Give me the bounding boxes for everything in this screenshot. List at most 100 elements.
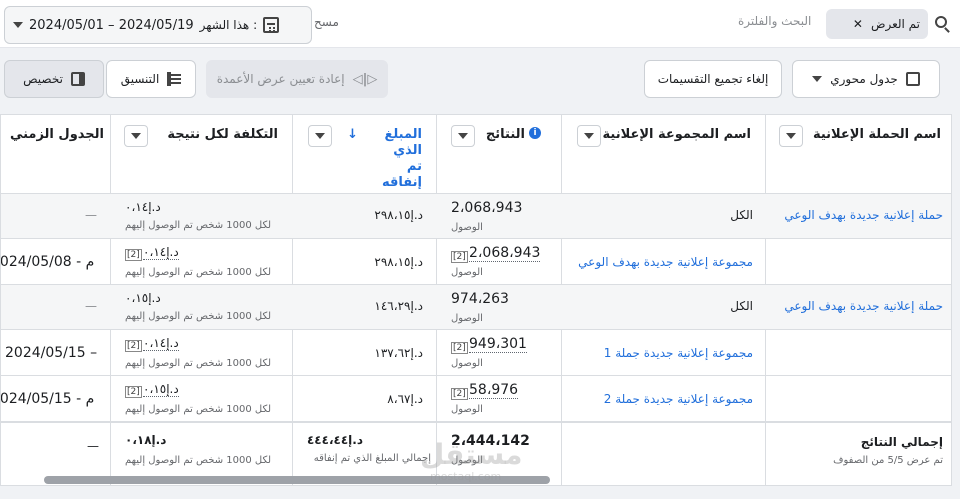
header-adset-label: اسم المجموعة الإعلانية: [602, 127, 752, 142]
pivot-label: جدول محوري: [830, 72, 898, 86]
header-results-label: النتائج: [485, 127, 525, 142]
table-row[interactable]: حملة إعلانية جديدة بهدف الوعي الكل 974،2…: [1, 284, 951, 329]
total-schedule-value: —: [87, 439, 99, 453]
header-results[interactable]: النتائج i: [436, 115, 561, 193]
results-metric: الوصول: [451, 313, 483, 324]
schedule-value: 2024/05/15 –: [5, 345, 98, 361]
header-schedule-label: الجدول الزمني: [9, 127, 104, 142]
results-metric: الوصول: [451, 222, 483, 233]
results-metric: الوصول: [451, 267, 483, 278]
adset-name-link[interactable]: مجموعة إعلانية جديدة جملة 2: [604, 392, 753, 406]
schedule-value: —: [85, 208, 97, 222]
column-menu-button[interactable]: [577, 125, 601, 147]
column-menu-button[interactable]: [124, 125, 148, 147]
results-value: 58،976: [469, 382, 519, 399]
total-spent-value: د.إ٤٤٤،٤٤: [306, 433, 363, 447]
attribution-tag[interactable]: [2]: [125, 340, 142, 352]
format-label: التنسيق: [120, 72, 160, 86]
pivot-table-button[interactable]: جدول محوري: [792, 60, 940, 98]
amount-spent-value: د.إ٢٩٨،١٥: [374, 255, 423, 269]
results-value: 2،068،943: [451, 200, 523, 216]
filter-bar: 2024/05/01 – 2024/05/19 هذا الشهر : مسح …: [0, 0, 960, 48]
column-menu-button[interactable]: [308, 125, 332, 147]
cost-value: د.إ٠،١٤: [143, 245, 179, 260]
customize-label: تخصيص: [23, 72, 63, 86]
header-adset[interactable]: اسم المجموعة الإعلانية: [561, 115, 765, 193]
adset-name: الكل: [730, 208, 753, 222]
results-table: اسم الحملة الإعلانية اسم المجموعة الإعلا…: [0, 114, 952, 486]
active-filter-label: تم العرض: [870, 17, 920, 31]
sort-descending-icon: ↓: [347, 127, 358, 142]
total-cost-metric: لكل 1000 شخص تم الوصول إليهم: [125, 455, 272, 466]
table-grid-icon: [167, 72, 182, 86]
reset-columns-label: إعادة تعيين عرض الأعمدة: [216, 72, 345, 86]
attribution-tag[interactable]: [2]: [451, 251, 468, 263]
active-filter-chip[interactable]: تم العرض ✕: [826, 9, 928, 39]
attribution-tag[interactable]: [2]: [125, 249, 142, 261]
header-amount-spent[interactable]: المبلغ الذي تم إنفاقه ↓: [292, 115, 436, 193]
calendar-icon: [263, 17, 280, 33]
attribution-tag[interactable]: [2]: [125, 386, 142, 398]
amount-spent-value: د.إ٢٩٨،١٥: [374, 208, 423, 222]
adset-name-link[interactable]: مجموعة إعلانية جديدة بهدف الوعي: [578, 255, 753, 269]
table-row[interactable]: حملة إعلانية جديدة بهدف الوعي الكل 2،068…: [1, 193, 951, 238]
info-icon[interactable]: i: [529, 127, 541, 139]
cost-metric: لكل 1000 شخص تم الوصول إليهم: [125, 311, 272, 322]
customize-button[interactable]: تخصيص: [4, 60, 104, 98]
schedule-value: 2024/05/08 - م: [0, 254, 95, 270]
clear-filters-link[interactable]: مسح: [314, 15, 339, 29]
table-row[interactable]: مجموعة إعلانية جديدة جملة 2 [2] 58،976 ا…: [0, 375, 951, 421]
column-menu-button[interactable]: [451, 125, 475, 147]
cost-value: د.إ٠،١٤: [125, 200, 161, 214]
date-preset-label: هذا الشهر :: [199, 18, 258, 32]
campaign-name-link[interactable]: حملة إعلانية جديدة بهدف الوعي: [784, 299, 943, 313]
header-campaign[interactable]: اسم الحملة الإعلانية: [765, 115, 951, 193]
column-resize-icon: ▷|◁: [352, 71, 378, 87]
column-menu-button[interactable]: [779, 125, 803, 147]
search-icon: [935, 16, 947, 28]
header-amount-spent-label: المبلغ الذي تم إنفاقه: [382, 127, 422, 190]
watermark-logo: مستقل: [420, 438, 523, 471]
adset-name-link[interactable]: مجموعة إعلانية جديدة جملة 1: [604, 346, 753, 360]
watermark-url: mostaql.com: [430, 470, 502, 483]
chevron-down-icon: [131, 133, 141, 139]
chevron-down-icon: [584, 133, 594, 139]
adset-name: الكل: [730, 299, 753, 313]
close-icon[interactable]: ✕: [853, 18, 863, 30]
attribution-tag[interactable]: [2]: [451, 342, 468, 354]
cost-metric: لكل 1000 شخص تم الوصول إليهم: [125, 220, 272, 231]
chevron-down-icon: [786, 133, 796, 139]
total-cost-value: د.إ٠،١٨: [125, 433, 167, 447]
remove-breakdowns-label: إلغاء تجميع التقسيمات: [657, 72, 769, 86]
date-range-value: 2024/05/01 – 2024/05/19: [29, 17, 194, 33]
table-row[interactable]: مجموعة إعلانية جديدة بهدف الوعي [2] 2،06…: [0, 238, 951, 284]
table-row[interactable]: مجموعة إعلانية جديدة جملة 1 [2] 949،301 …: [1, 329, 951, 375]
chevron-down-icon: [458, 133, 468, 139]
format-button[interactable]: التنسيق: [106, 60, 196, 98]
date-range-picker[interactable]: 2024/05/01 – 2024/05/19 هذا الشهر :: [4, 6, 312, 44]
table-toolbar: تخصيص التنسيق ▷|◁ إعادة تعيين عرض الأعمد…: [0, 60, 960, 110]
results-metric: الوصول: [451, 358, 483, 369]
header-cost-per-result[interactable]: التكلفة لكل نتيجة: [110, 115, 292, 193]
attribution-tag[interactable]: [2]: [451, 388, 468, 400]
cost-value: د.إ٠،١٥: [143, 382, 179, 397]
chevron-down-icon: [812, 76, 823, 82]
schedule-value: 2024/05/15 - م: [0, 391, 95, 407]
header-cost-label: التكلفة لكل نتيجة: [167, 127, 278, 142]
results-metric: الوصول: [451, 404, 483, 415]
campaign-name-link[interactable]: حملة إعلانية جديدة بهدف الوعي: [784, 208, 943, 222]
header-schedule[interactable]: الجدول الزمني: [1, 115, 110, 193]
results-value: 2،068،943: [469, 245, 541, 262]
reset-column-widths-button[interactable]: ▷|◁ إعادة تعيين عرض الأعمدة: [206, 60, 388, 98]
search-input[interactable]: البحث والفلترة: [738, 14, 811, 28]
chevron-down-icon: [13, 22, 23, 28]
header-campaign-label: اسم الحملة الإعلانية: [812, 127, 941, 142]
cost-metric: لكل 1000 شخص تم الوصول إليهم: [125, 358, 272, 369]
schedule-value: —: [85, 299, 97, 313]
remove-breakdowns-button[interactable]: إلغاء تجميع التقسيمات: [644, 60, 782, 98]
chevron-down-icon: [315, 133, 325, 139]
amount-spent-value: د.إ١٣٧،٦٢: [374, 346, 423, 360]
cost-metric: لكل 1000 شخص تم الوصول إليهم: [125, 404, 272, 415]
results-value: 949،301: [469, 336, 527, 353]
amount-spent-value: د.إ١٤٦،٢٩: [374, 299, 423, 313]
